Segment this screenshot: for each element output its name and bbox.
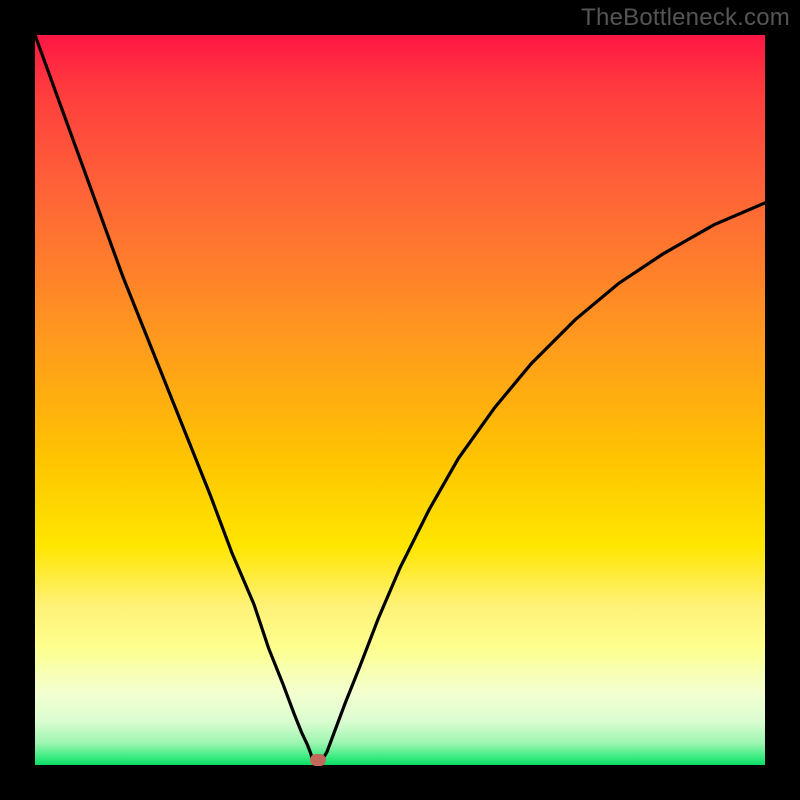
bottleneck-curve xyxy=(35,35,765,765)
plot-area xyxy=(35,35,765,765)
watermark-text: TheBottleneck.com xyxy=(581,4,790,32)
chart-frame: TheBottleneck.com xyxy=(0,0,800,800)
optimal-point-marker xyxy=(310,754,326,766)
